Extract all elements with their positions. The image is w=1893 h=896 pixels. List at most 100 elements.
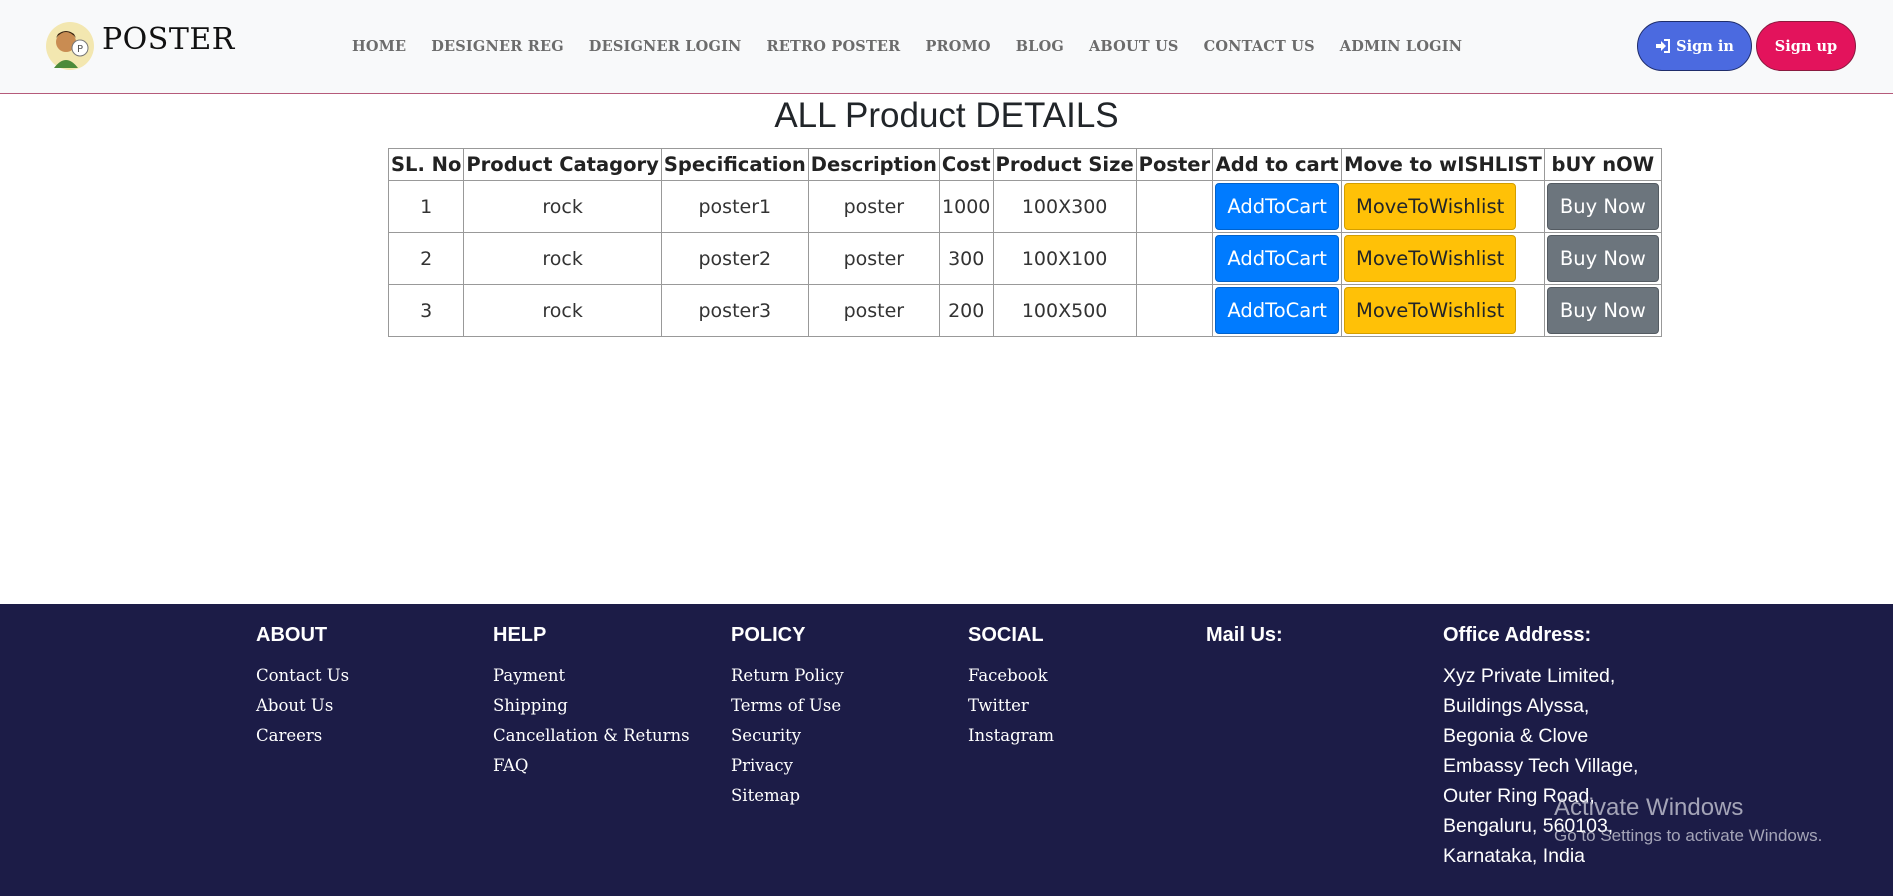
cell-add-to-cart: AddToCart <box>1212 232 1343 285</box>
footer-about-heading: ABOUT <box>256 624 328 646</box>
cell-cost: 1000 <box>938 180 994 233</box>
footer-link-twitter[interactable]: Twitter <box>968 691 1054 721</box>
buy-now-button[interactable]: Buy Now <box>1546 235 1659 282</box>
cell-poster <box>1135 180 1214 233</box>
footer-office-heading: Office Address: <box>1443 624 1592 646</box>
cell-cost: 300 <box>938 232 994 285</box>
sign-up-label: Sign up <box>1774 37 1838 55</box>
col-buy-now: bUY nOW <box>1543 148 1662 181</box>
cell-cost: 200 <box>938 284 994 337</box>
watermark-title: Activate Windows <box>1554 794 1744 821</box>
add-to-cart-button[interactable]: AddToCart <box>1215 287 1340 334</box>
address-line: Begonia & Clove <box>1443 725 1589 747</box>
header: P POSTER HOME DESIGNER REG DESIGNER LOGI… <box>0 0 1893 94</box>
nav-promo[interactable]: PROMO <box>925 38 990 55</box>
col-description: Description <box>807 148 940 181</box>
move-to-wishlist-button[interactable]: MoveToWishlist <box>1344 287 1517 334</box>
cell-poster <box>1135 284 1214 337</box>
cell-buy-now: Buy Now <box>1543 180 1662 233</box>
nav-designer-login[interactable]: DESIGNER LOGIN <box>589 38 742 55</box>
page-title: ALL Product DETAILS <box>774 96 1119 135</box>
move-to-wishlist-button[interactable]: MoveToWishlist <box>1344 235 1517 282</box>
col-wishlist: Move to wISHLIST <box>1341 148 1545 181</box>
address-line: Embassy Tech Village, <box>1443 755 1639 777</box>
logo-icon[interactable]: P <box>44 20 96 72</box>
cell-description: poster <box>807 284 940 337</box>
add-to-cart-button[interactable]: AddToCart <box>1215 235 1340 282</box>
nav-designer-reg[interactable]: DESIGNER REG <box>431 38 564 55</box>
col-product-size: Product Size <box>992 148 1137 181</box>
main-nav: HOME DESIGNER REG DESIGNER LOGIN RETRO P… <box>352 38 1487 55</box>
address-line: Buildings Alyssa, <box>1443 695 1590 717</box>
footer-mail-heading: Mail Us: <box>1206 624 1283 646</box>
cell-specification: poster1 <box>660 180 809 233</box>
nav-blog[interactable]: BLOG <box>1016 38 1064 55</box>
cell-sl-no: 2 <box>387 232 465 285</box>
col-add-to-cart: Add to cart <box>1212 148 1343 181</box>
footer-link-privacy[interactable]: Privacy <box>731 751 844 781</box>
cell-description: poster <box>807 180 940 233</box>
footer-help-heading: HELP <box>493 624 547 646</box>
address-line: Xyz Private Limited, <box>1443 665 1616 687</box>
footer-policy-heading: POLICY <box>731 624 806 646</box>
cell-size: 100X300 <box>992 180 1137 233</box>
cell-description: poster <box>807 232 940 285</box>
cell-sl-no: 3 <box>387 284 465 337</box>
cell-buy-now: Buy Now <box>1543 284 1662 337</box>
table-header-row: SL. No Product Catagory Specification De… <box>387 148 1662 181</box>
footer-link-careers[interactable]: Careers <box>256 721 349 751</box>
nav-home[interactable]: HOME <box>352 38 406 55</box>
nav-contact-us[interactable]: CONTACT US <box>1204 38 1315 55</box>
brand-name[interactable]: POSTER <box>102 22 235 57</box>
footer-link-terms[interactable]: Terms of Use <box>731 691 844 721</box>
col-specification: Specification <box>660 148 809 181</box>
footer-link-faq[interactable]: FAQ <box>493 751 690 781</box>
sign-up-button[interactable]: Sign up <box>1756 21 1856 71</box>
cell-add-to-cart: AddToCart <box>1212 180 1343 233</box>
col-poster: Poster <box>1135 148 1214 181</box>
cell-category: rock <box>463 180 662 233</box>
sign-in-label: Sign in <box>1676 37 1734 55</box>
cell-category: rock <box>463 284 662 337</box>
cell-wishlist: MoveToWishlist <box>1341 180 1545 233</box>
footer-mail: Mail Us: <box>1206 624 1283 661</box>
watermark-subtitle: Go to Settings to activate Windows. <box>1554 826 1823 845</box>
footer-link-cancellation[interactable]: Cancellation & Returns <box>493 721 690 751</box>
cell-size: 100X500 <box>992 284 1137 337</box>
sign-in-button[interactable]: Sign in <box>1637 21 1752 71</box>
footer-link-sitemap[interactable]: Sitemap <box>731 781 844 811</box>
buy-now-button[interactable]: Buy Now <box>1546 183 1659 230</box>
nav-retro-poster[interactable]: RETRO POSTER <box>767 38 901 55</box>
footer-link-security[interactable]: Security <box>731 721 844 751</box>
cell-category: rock <box>463 232 662 285</box>
footer-policy: POLICY Return Policy Terms of Use Securi… <box>731 624 844 811</box>
footer-link-about-us[interactable]: About Us <box>256 691 349 721</box>
cell-buy-now: Buy Now <box>1543 232 1662 285</box>
col-cost: Cost <box>938 148 994 181</box>
table-row: 3 rock poster3 poster 200 100X500 AddToC… <box>387 284 1662 337</box>
product-table: SL. No Product Catagory Specification De… <box>387 148 1662 337</box>
cell-sl-no: 1 <box>387 180 465 233</box>
nav-admin-login[interactable]: ADMIN LOGIN <box>1340 38 1462 55</box>
footer-link-payment[interactable]: Payment <box>493 661 690 691</box>
footer: ABOUT Contact Us About Us Careers HELP P… <box>0 604 1893 896</box>
move-to-wishlist-button[interactable]: MoveToWishlist <box>1344 183 1517 230</box>
footer-about: ABOUT Contact Us About Us Careers <box>256 624 349 751</box>
nav-about-us[interactable]: ABOUT US <box>1089 38 1179 55</box>
footer-link-contact-us[interactable]: Contact Us <box>256 661 349 691</box>
cell-size: 100X100 <box>992 232 1137 285</box>
activate-windows-watermark: Activate Windows Go to Settings to activ… <box>1554 794 1822 846</box>
cell-specification: poster2 <box>660 232 809 285</box>
footer-link-instagram[interactable]: Instagram <box>968 721 1054 751</box>
footer-link-facebook[interactable]: Facebook <box>968 661 1054 691</box>
add-to-cart-button[interactable]: AddToCart <box>1215 183 1340 230</box>
cell-wishlist: MoveToWishlist <box>1341 284 1545 337</box>
footer-link-shipping[interactable]: Shipping <box>493 691 690 721</box>
footer-link-return-policy[interactable]: Return Policy <box>731 661 844 691</box>
col-sl-no: SL. No <box>387 148 465 181</box>
buy-now-button[interactable]: Buy Now <box>1546 287 1659 334</box>
table-row: 2 rock poster2 poster 300 100X100 AddToC… <box>387 232 1662 285</box>
cell-poster <box>1135 232 1214 285</box>
cell-add-to-cart: AddToCart <box>1212 284 1343 337</box>
footer-social-heading: SOCIAL <box>968 624 1044 646</box>
